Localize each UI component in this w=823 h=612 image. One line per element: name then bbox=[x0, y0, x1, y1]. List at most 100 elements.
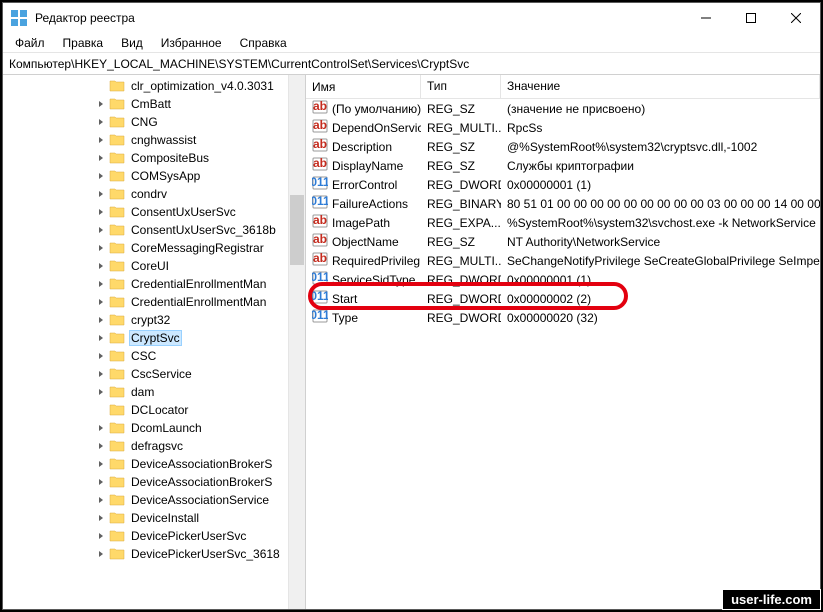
registry-value-row[interactable]: abDescriptionREG_SZ@%SystemRoot%\system3… bbox=[306, 137, 820, 156]
menu-favorites[interactable]: Избранное bbox=[153, 34, 230, 52]
header-name[interactable]: Имя bbox=[306, 75, 421, 98]
tree-label: clr_optimization_v4.0.3031 bbox=[129, 79, 276, 93]
tree-item[interactable]: CoreMessagingRegistrar bbox=[3, 239, 305, 257]
value-type: REG_BINARY bbox=[421, 197, 501, 211]
expander-icon[interactable] bbox=[95, 332, 107, 344]
expander-icon[interactable] bbox=[95, 548, 107, 560]
tree-item[interactable]: DeviceAssociationBrokerS bbox=[3, 473, 305, 491]
registry-value-row[interactable]: 011TypeREG_DWORD0x00000020 (32) bbox=[306, 308, 820, 327]
registry-value-row[interactable]: abRequiredPrivileg...REG_MULTI...SeChang… bbox=[306, 251, 820, 270]
expander-icon[interactable] bbox=[95, 98, 107, 110]
tree-label: CSC bbox=[129, 349, 158, 363]
expander-icon[interactable] bbox=[95, 152, 107, 164]
menu-edit[interactable]: Правка bbox=[55, 34, 112, 52]
registry-value-row[interactable]: 011StartREG_DWORD0x00000002 (2) bbox=[306, 289, 820, 308]
expander-icon[interactable] bbox=[95, 386, 107, 398]
expander-icon[interactable] bbox=[95, 224, 107, 236]
registry-value-row[interactable]: abDependOnServiceREG_MULTI...RpcSs bbox=[306, 118, 820, 137]
tree-item[interactable]: ConsentUxUserSvc bbox=[3, 203, 305, 221]
tree-item[interactable]: dam bbox=[3, 383, 305, 401]
address-text: Компьютер\HKEY_LOCAL_MACHINE\SYSTEM\Curr… bbox=[9, 57, 469, 71]
expander-icon[interactable] bbox=[95, 440, 107, 452]
svg-text:ab: ab bbox=[313, 232, 327, 246]
tree-item[interactable]: DcomLaunch bbox=[3, 419, 305, 437]
tree-item[interactable]: COMSysApp bbox=[3, 167, 305, 185]
expander-icon[interactable] bbox=[95, 116, 107, 128]
tree-label: cnghwassist bbox=[129, 133, 198, 147]
tree-item[interactable]: CoreUI bbox=[3, 257, 305, 275]
value-icon: 011 bbox=[312, 308, 332, 327]
expander-icon[interactable] bbox=[95, 188, 107, 200]
expander-icon[interactable] bbox=[95, 350, 107, 362]
svg-text:ab: ab bbox=[313, 213, 327, 227]
tree-item[interactable]: defragsvc bbox=[3, 437, 305, 455]
expander-icon[interactable] bbox=[95, 476, 107, 488]
tree-panel[interactable]: clr_optimization_v4.0.3031 CmBattCNG cnghw… bbox=[3, 75, 306, 609]
menu-help[interactable]: Справка bbox=[232, 34, 295, 52]
expander-icon[interactable] bbox=[95, 134, 107, 146]
tree-item[interactable]: CSC bbox=[3, 347, 305, 365]
menu-view[interactable]: Вид bbox=[113, 34, 151, 52]
expander-icon[interactable] bbox=[95, 80, 107, 92]
expander-icon[interactable] bbox=[95, 296, 107, 308]
value-data: (значение не присвоено) bbox=[501, 102, 820, 116]
tree-item[interactable]: cnghwassist bbox=[3, 131, 305, 149]
minimize-button[interactable] bbox=[683, 4, 728, 32]
maximize-button[interactable] bbox=[728, 4, 773, 32]
tree-item[interactable]: CompositeBus bbox=[3, 149, 305, 167]
expander-icon[interactable] bbox=[95, 512, 107, 524]
registry-value-row[interactable]: abDisplayNameREG_SZСлужбы криптографии bbox=[306, 156, 820, 175]
tree-label: CryptSvc bbox=[129, 330, 182, 346]
tree-item[interactable]: crypt32 bbox=[3, 311, 305, 329]
registry-value-row[interactable]: ab(По умолчанию)REG_SZ(значение не присв… bbox=[306, 99, 820, 118]
menu-file[interactable]: Файл bbox=[7, 34, 53, 52]
close-button[interactable] bbox=[773, 4, 818, 32]
value-type: REG_SZ bbox=[421, 102, 501, 116]
expander-icon[interactable] bbox=[95, 368, 107, 380]
tree-item[interactable]: clr_optimization_v4.0.3031 bbox=[3, 77, 305, 95]
registry-value-row[interactable]: 011ServiceSidTypeREG_DWORD0x00000001 (1) bbox=[306, 270, 820, 289]
value-data: Службы криптографии bbox=[501, 159, 820, 173]
expander-icon[interactable] bbox=[95, 530, 107, 542]
tree-item[interactable]: DevicePickerUserSvc bbox=[3, 527, 305, 545]
value-data: 0x00000001 (1) bbox=[501, 273, 820, 287]
tree-label: DeviceAssociationService bbox=[129, 493, 271, 507]
tree-item[interactable]: DeviceAssociationBrokerS bbox=[3, 455, 305, 473]
tree-item[interactable]: CredentialEnrollmentMan bbox=[3, 275, 305, 293]
tree-item[interactable]: DCLocator bbox=[3, 401, 305, 419]
registry-value-row[interactable]: 011FailureActionsREG_BINARY80 51 01 00 0… bbox=[306, 194, 820, 213]
registry-value-row[interactable]: 011ErrorControlREG_DWORD0x00000001 (1) bbox=[306, 175, 820, 194]
expander-icon[interactable] bbox=[95, 170, 107, 182]
tree-item[interactable]: CryptSvc bbox=[3, 329, 305, 347]
header-value[interactable]: Значение bbox=[501, 75, 820, 98]
expander-icon[interactable] bbox=[95, 314, 107, 326]
tree-item[interactable]: CmBatt bbox=[3, 95, 305, 113]
address-bar[interactable]: Компьютер\HKEY_LOCAL_MACHINE\SYSTEM\Curr… bbox=[3, 53, 820, 75]
tree-item[interactable]: DeviceInstall bbox=[3, 509, 305, 527]
tree-item[interactable]: CredentialEnrollmentMan bbox=[3, 293, 305, 311]
expander-icon[interactable] bbox=[95, 242, 107, 254]
tree-item[interactable]: DeviceAssociationService bbox=[3, 491, 305, 509]
registry-value-row[interactable]: abObjectNameREG_SZNT Authority\NetworkSe… bbox=[306, 232, 820, 251]
tree-item[interactable]: CNG bbox=[3, 113, 305, 131]
tree-item[interactable]: DevicePickerUserSvc_3618 bbox=[3, 545, 305, 563]
watermark: user-life.com bbox=[722, 589, 821, 610]
expander-icon[interactable] bbox=[95, 404, 107, 416]
tree-item[interactable]: condrv bbox=[3, 185, 305, 203]
expander-icon[interactable] bbox=[95, 206, 107, 218]
expander-icon[interactable] bbox=[95, 278, 107, 290]
expander-icon[interactable] bbox=[95, 422, 107, 434]
svg-text:011: 011 bbox=[312, 289, 328, 303]
tree-item[interactable]: ConsentUxUserSvc_3618b bbox=[3, 221, 305, 239]
value-data: 80 51 01 00 00 00 00 00 00 00 00 00 03 0… bbox=[501, 197, 820, 211]
expander-icon[interactable] bbox=[95, 458, 107, 470]
list-panel[interactable]: Имя Тип Значение ab(По умолчанию)REG_SZ(… bbox=[306, 75, 820, 609]
expander-icon[interactable] bbox=[95, 494, 107, 506]
tree-item[interactable]: CscService bbox=[3, 365, 305, 383]
tree-scrollbar[interactable] bbox=[288, 75, 305, 609]
header-type[interactable]: Тип bbox=[421, 75, 501, 98]
registry-value-row[interactable]: abImagePathREG_EXPA...%SystemRoot%\syste… bbox=[306, 213, 820, 232]
titlebar[interactable]: Редактор реестра bbox=[3, 3, 820, 33]
expander-icon[interactable] bbox=[95, 260, 107, 272]
app-icon bbox=[11, 10, 27, 26]
